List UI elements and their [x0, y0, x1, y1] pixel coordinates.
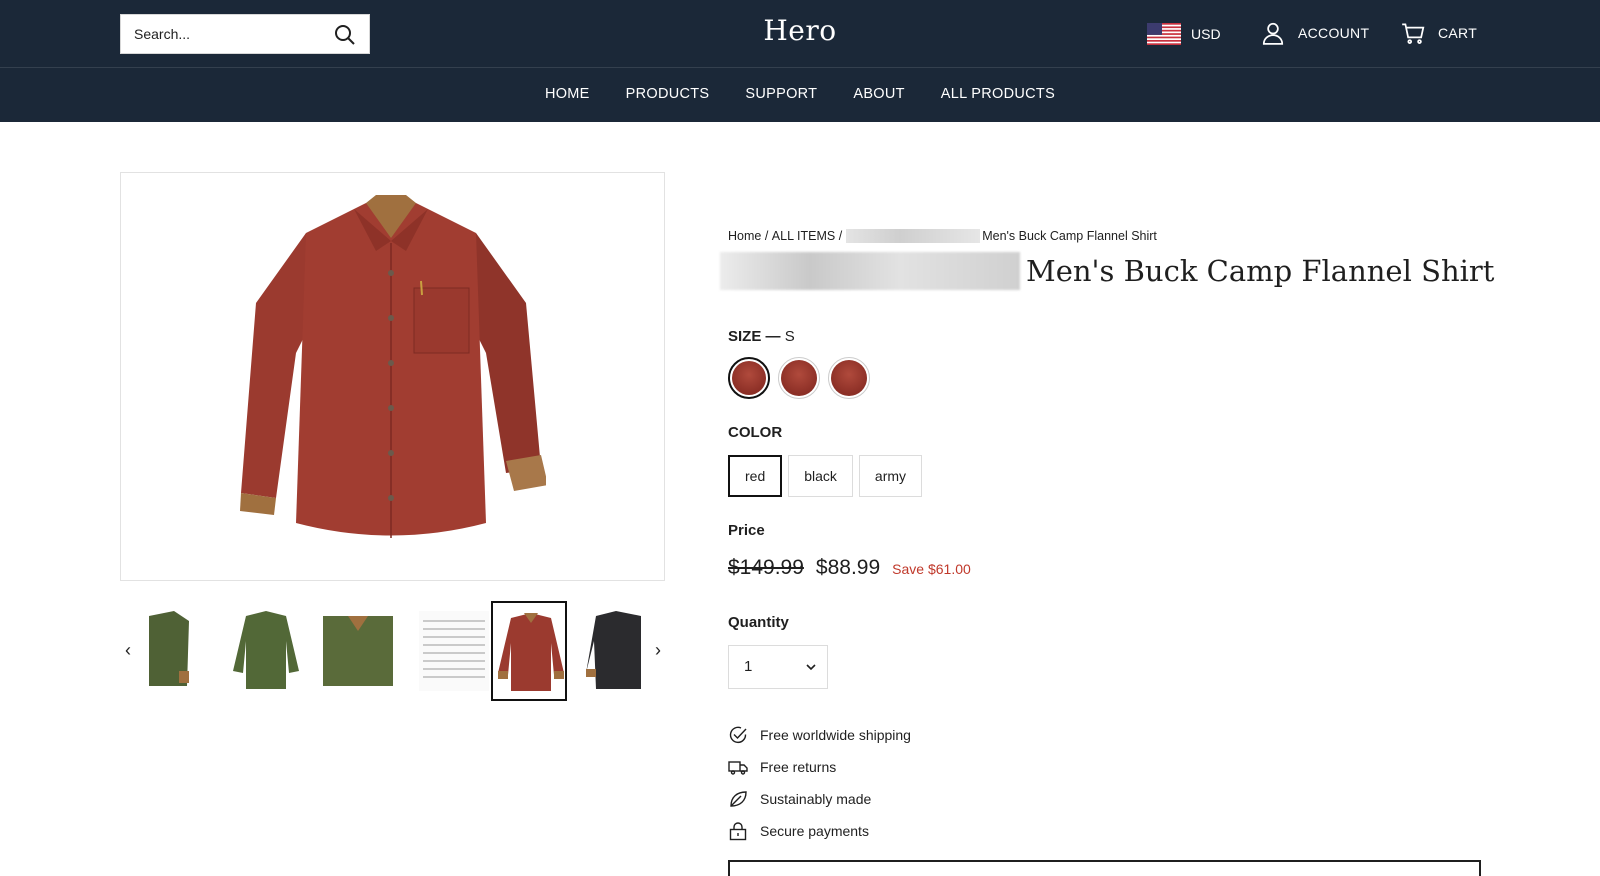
cart-label: CART: [1438, 25, 1478, 41]
size-swatches: [728, 357, 870, 399]
add-to-cart-button[interactable]: [728, 860, 1481, 876]
shirt-image: [240, 195, 546, 538]
feature-label: Free returns: [760, 759, 837, 775]
quantity-select[interactable]: 1: [728, 645, 828, 689]
thumbnail-5-selected[interactable]: [491, 601, 567, 701]
account-link[interactable]: ACCOUNT: [1260, 20, 1369, 46]
quantity-value: 1: [744, 658, 753, 675]
color-label: COLOR: [728, 424, 783, 441]
next-arrow-icon[interactable]: ›: [650, 638, 666, 662]
breadcrumb-separator: /: [764, 229, 769, 243]
feature-list: Free worldwide shipping Free returns Sus…: [728, 719, 911, 847]
size-chart-thumbnail: [419, 611, 489, 691]
sale-price: $88.99: [815, 556, 881, 579]
nav-products[interactable]: PRODUCTS: [626, 86, 710, 102]
feature-label: Sustainably made: [760, 791, 872, 807]
chevron-down-icon: [806, 664, 816, 671]
feature-item: Free worldwide shipping: [728, 719, 911, 751]
us-flag-icon: [1147, 23, 1181, 45]
size-label: SIZE — S: [728, 328, 795, 345]
color-option-black[interactable]: black: [788, 455, 853, 497]
currency-selector[interactable]: USD: [1147, 22, 1221, 46]
feature-item: Secure payments: [728, 815, 911, 847]
feature-item: Sustainably made: [728, 783, 911, 815]
color-options: red black army: [728, 455, 923, 497]
thumbnail-6[interactable]: [583, 601, 643, 701]
size-swatch-2[interactable]: [778, 357, 820, 399]
previous-arrow-icon[interactable]: ‹: [120, 638, 136, 662]
savings-badge: Save $61.00: [892, 561, 971, 577]
main-product-image[interactable]: [120, 172, 665, 581]
currency-label: USD: [1191, 26, 1221, 42]
search-icon[interactable]: [333, 23, 357, 47]
thumbnail-2[interactable]: [228, 601, 304, 701]
user-icon: [1262, 22, 1284, 45]
thumbnail-4[interactable]: [416, 601, 492, 701]
price-block: $149.99 $88.99 Save $61.00: [728, 556, 971, 580]
size-separator: —: [765, 328, 781, 345]
nav-home[interactable]: HOME: [545, 86, 590, 102]
redacted-brand: [720, 252, 1020, 290]
shirt-thumbnail-green-back: [233, 611, 299, 689]
breadcrumb-home[interactable]: Home: [728, 229, 761, 243]
feature-item: Free returns: [728, 751, 911, 783]
size-heading: SIZE: [728, 328, 762, 345]
product-name: Men's Buck Camp Flannel Shirt: [1026, 254, 1495, 288]
shirt-thumbnail-black: [586, 611, 641, 689]
truck-icon: [728, 761, 748, 775]
price-label: Price: [728, 522, 765, 539]
nav-support[interactable]: SUPPORT: [745, 86, 817, 102]
top-header: Hero USD ACCOUNT CART: [0, 0, 1600, 68]
shirt-thumbnail-green-front: [323, 616, 393, 686]
breadcrumb: Home / ALL ITEMS / Men's Buck Camp Flann…: [728, 229, 1157, 243]
leaf-icon: [730, 791, 747, 807]
breadcrumb-all-items[interactable]: ALL ITEMS: [772, 229, 835, 243]
size-swatch-1-selected[interactable]: [728, 357, 770, 399]
color-option-army[interactable]: army: [858, 455, 923, 497]
breadcrumb-separator: /: [838, 229, 843, 243]
search-input[interactable]: [121, 15, 321, 53]
search-box[interactable]: [120, 14, 370, 54]
original-price: $149.99: [728, 556, 804, 579]
product-title: Men's Buck Camp Flannel Shirt: [720, 252, 1494, 290]
account-label: ACCOUNT: [1298, 25, 1370, 41]
nav-all-products[interactable]: ALL PRODUCTS: [941, 86, 1055, 102]
shirt-thumbnail-red: [498, 613, 564, 691]
quantity-label: Quantity: [728, 614, 789, 631]
thumbnail-1[interactable]: [146, 601, 206, 701]
size-swatch-3[interactable]: [828, 357, 870, 399]
shirt-thumbnail-green-side: [149, 611, 189, 686]
color-option-red[interactable]: red: [728, 455, 783, 497]
thumbnail-carousel: ‹ ›: [120, 600, 665, 704]
redacted-brand: [846, 229, 981, 243]
thumbnail-3[interactable]: [320, 601, 396, 701]
check-circle-icon: [729, 726, 747, 744]
store-logo[interactable]: Hero: [700, 14, 900, 47]
lock-icon: [729, 822, 747, 841]
feature-label: Free worldwide shipping: [760, 727, 911, 743]
breadcrumb-current: Men's Buck Camp Flannel Shirt: [982, 229, 1157, 243]
cart-icon: [1402, 23, 1425, 44]
size-value: S: [784, 328, 795, 345]
nav-about[interactable]: ABOUT: [853, 86, 904, 102]
feature-label: Secure payments: [760, 823, 869, 839]
cart-link[interactable]: CART: [1400, 20, 1477, 46]
main-navigation: HOME PRODUCTS SUPPORT ABOUT ALL PRODUCTS: [0, 68, 1600, 122]
